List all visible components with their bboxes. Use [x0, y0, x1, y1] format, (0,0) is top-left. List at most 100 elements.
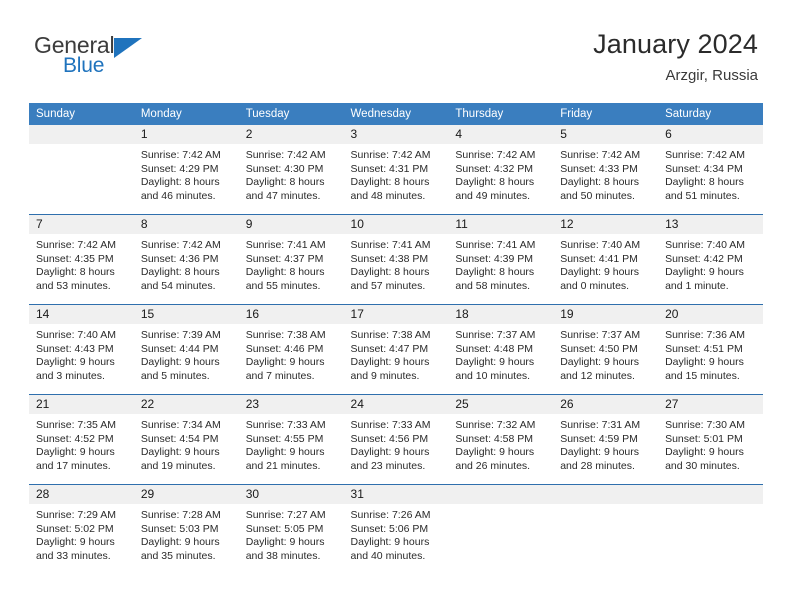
day-sun-details: Sunrise: 7:42 AM Sunset: 4:33 PM Dayligh…: [560, 149, 641, 202]
calendar-day-cell[interactable]: 4 Sunrise: 7:42 AM Sunset: 4:32 PM Daylig…: [448, 125, 554, 215]
day-number: 18: [448, 305, 554, 324]
calendar-day-cell[interactable]: 19 Sunrise: 7:37 AM Sunset: 4:50 PM Dayli…: [553, 304, 659, 395]
day-number: 10: [343, 215, 449, 234]
title-block: January 2024 Arzgir, Russia: [593, 28, 758, 86]
day-number: 27: [658, 395, 763, 414]
calendar-day-cell[interactable]: 31 Sunrise: 7:26 AM Sunset: 5:06 PM Dayli…: [343, 484, 449, 574]
calendar-day-cell[interactable]: 21 Sunrise: 7:35 AM Sunset: 4:52 PM Dayli…: [29, 394, 134, 485]
calendar-day-cell[interactable]: 2 Sunrise: 7:42 AM Sunset: 4:30 PM Daylig…: [238, 125, 344, 215]
day-sun-details: Sunrise: 7:38 AM Sunset: 4:46 PM Dayligh…: [245, 329, 326, 382]
day-sun-details: Sunrise: 7:40 AM Sunset: 4:42 PM Dayligh…: [665, 239, 746, 292]
day-sun-details: Sunrise: 7:41 AM Sunset: 4:39 PM Dayligh…: [455, 239, 536, 292]
location-subtitle: Arzgir, Russia: [665, 67, 758, 84]
day-number: 5: [553, 125, 659, 144]
calendar-week-row: 1 Sunrise: 7:42 AM Sunset: 4:29 PM Daylig…: [29, 125, 763, 215]
calendar-day-cell[interactable]: 22 Sunrise: 7:34 AM Sunset: 4:54 PM Dayli…: [133, 394, 239, 485]
day-sun-details: Sunrise: 7:42 AM Sunset: 4:31 PM Dayligh…: [350, 149, 431, 202]
day-sun-details: [553, 504, 658, 509]
weekday-header-tuesday: Tuesday: [238, 103, 344, 125]
calendar-day-cell[interactable]: 27 Sunrise: 7:30 AM Sunset: 5:01 PM Dayli…: [658, 394, 763, 485]
day-sun-details: Sunrise: 7:33 AM Sunset: 4:56 PM Dayligh…: [350, 419, 431, 472]
day-number: 3: [343, 125, 449, 144]
day-number: [553, 485, 659, 504]
calendar-day-cell[interactable]: 11 Sunrise: 7:41 AM Sunset: 4:39 PM Dayli…: [448, 214, 554, 305]
day-sun-details: Sunrise: 7:42 AM Sunset: 4:34 PM Dayligh…: [665, 149, 746, 202]
day-sun-details: [448, 504, 553, 509]
calendar-day-cell[interactable]: 6 Sunrise: 7:42 AM Sunset: 4:34 PM Daylig…: [658, 125, 763, 215]
day-sun-details: Sunrise: 7:33 AM Sunset: 4:55 PM Dayligh…: [245, 419, 326, 472]
calendar-day-cell[interactable]: 25 Sunrise: 7:32 AM Sunset: 4:58 PM Dayli…: [448, 394, 554, 485]
triangle-icon: [114, 38, 142, 58]
calendar-day-cell[interactable]: 17 Sunrise: 7:38 AM Sunset: 4:47 PM Dayli…: [343, 304, 449, 395]
day-sun-details: Sunrise: 7:31 AM Sunset: 4:59 PM Dayligh…: [560, 419, 641, 472]
day-sun-details: Sunrise: 7:28 AM Sunset: 5:03 PM Dayligh…: [140, 509, 221, 562]
calendar-day-cell[interactable]: 26 Sunrise: 7:31 AM Sunset: 4:59 PM Dayli…: [553, 394, 659, 485]
calendar-day-cell[interactable]: 9 Sunrise: 7:41 AM Sunset: 4:37 PM Daylig…: [238, 214, 344, 305]
calendar-day-cell[interactable]: 1 Sunrise: 7:42 AM Sunset: 4:29 PM Daylig…: [133, 125, 239, 215]
day-number: 1: [133, 125, 239, 144]
day-sun-details: Sunrise: 7:32 AM Sunset: 4:58 PM Dayligh…: [455, 419, 536, 472]
calendar-day-cell[interactable]: 12 Sunrise: 7:40 AM Sunset: 4:41 PM Dayli…: [553, 214, 659, 305]
day-sun-details: [658, 504, 763, 509]
calendar-cell-empty: [448, 484, 554, 574]
page-header: General Blue January 2024 Arzgir, Russia: [0, 28, 792, 90]
calendar-table: Sunday Monday Tuesday Wednesday Thursday…: [29, 103, 763, 574]
calendar-week-row: 21 Sunrise: 7:35 AM Sunset: 4:52 PM Dayli…: [29, 394, 763, 485]
day-number: 26: [553, 395, 659, 414]
day-sun-details: Sunrise: 7:41 AM Sunset: 4:37 PM Dayligh…: [245, 239, 326, 292]
day-number: [658, 485, 763, 504]
calendar-day-cell[interactable]: 18 Sunrise: 7:37 AM Sunset: 4:48 PM Dayli…: [448, 304, 554, 395]
calendar-day-cell[interactable]: 28 Sunrise: 7:29 AM Sunset: 5:02 PM Dayli…: [29, 484, 134, 574]
day-number: 11: [448, 215, 554, 234]
day-number: 7: [29, 215, 134, 234]
calendar-week-row: 28 Sunrise: 7:29 AM Sunset: 5:02 PM Dayli…: [29, 484, 763, 574]
logo-general-blue[interactable]: General Blue: [34, 28, 174, 84]
calendar-day-cell[interactable]: 5 Sunrise: 7:42 AM Sunset: 4:33 PM Daylig…: [553, 125, 659, 215]
calendar-day-cell[interactable]: 8 Sunrise: 7:42 AM Sunset: 4:36 PM Daylig…: [133, 214, 239, 305]
calendar-day-cell[interactable]: 30 Sunrise: 7:27 AM Sunset: 5:05 PM Dayli…: [238, 484, 344, 574]
day-number: 15: [133, 305, 239, 324]
calendar-day-cell[interactable]: 7 Sunrise: 7:42 AM Sunset: 4:35 PM Daylig…: [29, 214, 134, 305]
day-number: 30: [238, 485, 344, 504]
calendar-day-cell[interactable]: 23 Sunrise: 7:33 AM Sunset: 4:55 PM Dayli…: [238, 394, 344, 485]
day-sun-details: Sunrise: 7:27 AM Sunset: 5:05 PM Dayligh…: [245, 509, 326, 562]
calendar-day-cell[interactable]: 20 Sunrise: 7:36 AM Sunset: 4:51 PM Dayli…: [658, 304, 763, 395]
calendar-cell-empty: [553, 484, 659, 574]
weekday-header-row: Sunday Monday Tuesday Wednesday Thursday…: [29, 103, 763, 125]
day-sun-details: Sunrise: 7:36 AM Sunset: 4:51 PM Dayligh…: [665, 329, 746, 382]
day-sun-details: Sunrise: 7:40 AM Sunset: 4:41 PM Dayligh…: [560, 239, 641, 292]
weekday-header-sunday: Sunday: [29, 103, 134, 125]
day-number: 19: [553, 305, 659, 324]
calendar-day-cell[interactable]: 24 Sunrise: 7:33 AM Sunset: 4:56 PM Dayli…: [343, 394, 449, 485]
day-number: 31: [343, 485, 449, 504]
day-number: 22: [133, 395, 239, 414]
calendar-day-cell[interactable]: 13 Sunrise: 7:40 AM Sunset: 4:42 PM Dayli…: [658, 214, 763, 305]
calendar-page: General Blue January 2024 Arzgir, Russia…: [0, 0, 792, 612]
day-sun-details: Sunrise: 7:37 AM Sunset: 4:50 PM Dayligh…: [560, 329, 641, 382]
day-number: [29, 125, 134, 144]
calendar-day-cell[interactable]: 3 Sunrise: 7:42 AM Sunset: 4:31 PM Daylig…: [343, 125, 449, 215]
day-sun-details: Sunrise: 7:38 AM Sunset: 4:47 PM Dayligh…: [350, 329, 431, 382]
calendar-body: 1 Sunrise: 7:42 AM Sunset: 4:29 PM Daylig…: [29, 125, 763, 574]
weekday-header-monday: Monday: [133, 103, 239, 125]
day-number: 12: [553, 215, 659, 234]
logo-text-blue: Blue: [63, 54, 105, 77]
weekday-header-wednesday: Wednesday: [343, 103, 449, 125]
calendar-day-cell[interactable]: 16 Sunrise: 7:38 AM Sunset: 4:46 PM Dayli…: [238, 304, 344, 395]
day-sun-details: Sunrise: 7:42 AM Sunset: 4:35 PM Dayligh…: [36, 239, 116, 292]
calendar-day-cell[interactable]: 14 Sunrise: 7:40 AM Sunset: 4:43 PM Dayli…: [29, 304, 134, 395]
day-number: 29: [133, 485, 239, 504]
calendar-week-row: 14 Sunrise: 7:40 AM Sunset: 4:43 PM Dayli…: [29, 304, 763, 395]
day-sun-details: Sunrise: 7:37 AM Sunset: 4:48 PM Dayligh…: [455, 329, 536, 382]
day-sun-details: Sunrise: 7:29 AM Sunset: 5:02 PM Dayligh…: [36, 509, 116, 562]
day-number: 17: [343, 305, 449, 324]
day-number: [448, 485, 554, 504]
weekday-header-thursday: Thursday: [448, 103, 554, 125]
day-sun-details: Sunrise: 7:42 AM Sunset: 4:32 PM Dayligh…: [455, 149, 536, 202]
calendar-cell-empty: [29, 125, 134, 215]
calendar-day-cell[interactable]: 15 Sunrise: 7:39 AM Sunset: 4:44 PM Dayli…: [133, 304, 239, 395]
calendar-day-cell[interactable]: 29 Sunrise: 7:28 AM Sunset: 5:03 PM Dayli…: [133, 484, 239, 574]
day-sun-details: Sunrise: 7:39 AM Sunset: 4:44 PM Dayligh…: [140, 329, 221, 382]
day-sun-details: [29, 144, 134, 149]
calendar-day-cell[interactable]: 10 Sunrise: 7:41 AM Sunset: 4:38 PM Dayli…: [343, 214, 449, 305]
